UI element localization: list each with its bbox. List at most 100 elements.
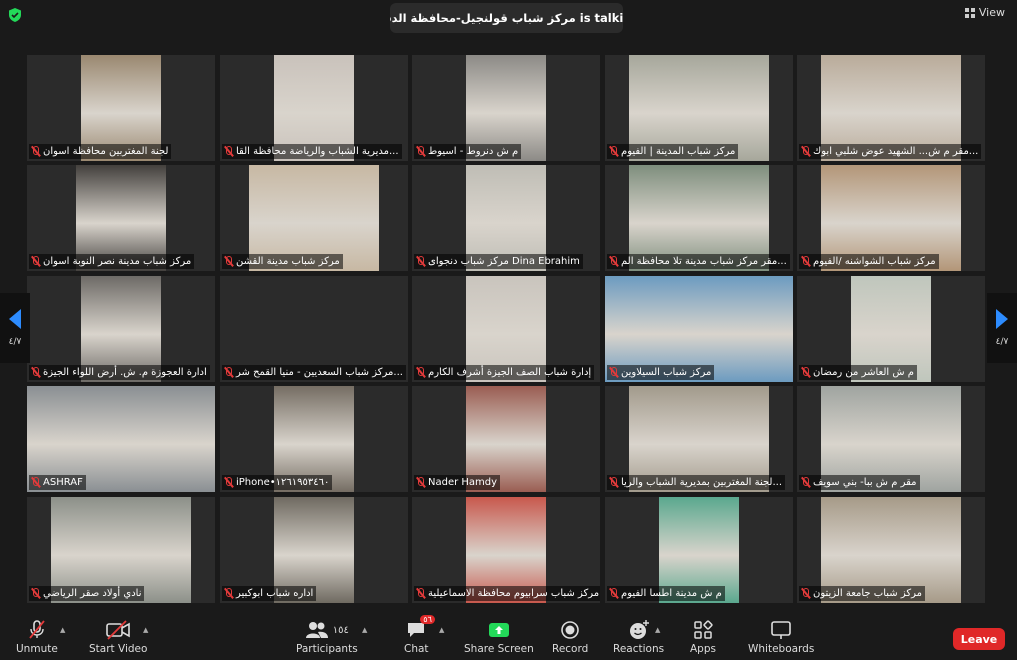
- smiley-plus-icon: [628, 620, 650, 640]
- audio-options-chevron-icon[interactable]: ▲: [60, 626, 65, 634]
- participant-tile[interactable]: ادارة العجوزة م. ش. أرض اللواء الجيزة: [27, 276, 215, 382]
- participant-name: م ش مدينة اطسا الفيوم: [621, 588, 722, 599]
- page-indicator: ٤/٧: [8, 337, 22, 347]
- microphone-muted-icon: [31, 477, 40, 488]
- microphone-muted-icon: [26, 620, 48, 640]
- start-video-label: Start Video: [89, 643, 148, 655]
- previous-page-button[interactable]: ٤/٧: [0, 293, 30, 363]
- participant-name-tag: م ش مدينة اطسا الفيوم: [607, 586, 725, 601]
- participant-name-tag: م ش دنروط - اسيوط: [414, 144, 522, 159]
- participant-name: لجنة المغتربين بمديرية الشباب والريا...: [621, 477, 783, 488]
- participant-name: مركز شباب السيلاوين: [621, 367, 712, 378]
- participant-tile[interactable]: مركز شباب دنجواى Dina Ebrahim: [412, 165, 600, 271]
- participant-name: مركز شباب السعديين - منيا القمح شر...: [236, 367, 403, 378]
- participant-name-tag: مقر مركز شباب مدينة تلا محافظة الم...: [607, 254, 790, 269]
- chat-button[interactable]: ٥٦ Chat: [404, 615, 435, 655]
- participant-name-tag: مركز شباب جامعة الزيتون: [799, 586, 925, 601]
- share-screen-button[interactable]: Share Screen: [464, 620, 534, 655]
- participant-tile[interactable]: مركز شباب المدينة | الفيوم: [605, 55, 793, 161]
- participant-tile[interactable]: إدارة شباب الصف الجيزة أشرف الكارم: [412, 276, 600, 382]
- participant-tile[interactable]: ASHRAF: [27, 386, 215, 492]
- microphone-muted-icon: [224, 477, 233, 488]
- participant-name: مركز شباب مدينة القشن: [236, 256, 340, 267]
- participant-name-tag: إدارة شباب الصف الجيزة أشرف الكارم: [414, 365, 595, 380]
- reactions-options-chevron-icon[interactable]: ▲: [655, 626, 660, 634]
- participant-name: م ش دنروط - اسيوط: [428, 146, 519, 157]
- record-button[interactable]: Record: [552, 620, 588, 655]
- participant-tile[interactable]: مركز شباب مدينة القشن: [220, 165, 408, 271]
- microphone-muted-icon: [416, 588, 425, 599]
- record-icon: [560, 620, 580, 640]
- microphone-muted-icon: [224, 146, 233, 157]
- next-page-button[interactable]: ٤/٧: [987, 293, 1017, 363]
- participant-name-tag: م ش العاشر من رمضان: [799, 365, 917, 380]
- record-label: Record: [552, 643, 589, 655]
- participant-name: مقر مركز شباب مدينة تلا محافظة الم...: [621, 256, 787, 267]
- whiteboards-button[interactable]: Whiteboards: [748, 620, 814, 655]
- participant-name: Nader Hamdy: [428, 477, 498, 488]
- participant-tile[interactable]: مقر م ش... الشهيد عوض شلبي ابوك...: [797, 55, 985, 161]
- participant-tile[interactable]: مركز شباب السعديين - منيا القمح شر...: [220, 276, 408, 382]
- participants-options-chevron-icon[interactable]: ▲: [362, 626, 367, 634]
- participant-name-tag: مركز شباب السعديين - منيا القمح شر...: [222, 365, 406, 380]
- view-button[interactable]: View: [964, 6, 1005, 19]
- microphone-muted-icon: [801, 367, 810, 378]
- participants-icon: [305, 622, 328, 638]
- leave-button[interactable]: Leave: [953, 628, 1005, 650]
- participant-tile[interactable]: مركز شباب مدينة نصر النوبة اسوان: [27, 165, 215, 271]
- whiteboards-label: Whiteboards: [748, 643, 815, 655]
- participant-name-tag: مركز شباب السيلاوين: [607, 365, 715, 380]
- participant-name: مركز شباب جامعة الزيتون: [813, 588, 922, 599]
- participant-tile[interactable]: Nader Hamdy: [412, 386, 600, 492]
- participant-tile[interactable]: نادي أولاد صقر الرياضي: [27, 497, 215, 603]
- participant-tile[interactable]: اداره شباب ابوكبير: [220, 497, 408, 603]
- microphone-muted-icon: [801, 588, 810, 599]
- shield-icon: [9, 8, 21, 22]
- reactions-label: Reactions: [613, 643, 665, 655]
- participant-tile[interactable]: م ش العاشر من رمضان: [797, 276, 985, 382]
- participant-tile[interactable]: مركز شباب جامعة الزيتون: [797, 497, 985, 603]
- participant-tile[interactable]: مديرية الشباب والرياضة محافظة القا...: [220, 55, 408, 161]
- video-options-chevron-icon[interactable]: ▲: [143, 626, 148, 634]
- participant-name: نادي أولاد صقر الرياضي: [43, 588, 142, 599]
- start-video-button[interactable]: Start Video: [89, 620, 147, 655]
- apps-button[interactable]: Apps: [690, 620, 716, 655]
- participant-tile[interactable]: مركز شباب الشواشنه /الفيوم: [797, 165, 985, 271]
- participant-tile[interactable]: iPhone•١٢٦١٩٥٣٤٦٠: [220, 386, 408, 492]
- meeting-toolbar: Unmute ▲ Start Video ▲ ١٥٤ Participants …: [0, 612, 1017, 660]
- microphone-muted-icon: [224, 588, 233, 599]
- top-bar: مركز شباب قولنجيل-محافظة الدقهلية is tal…: [0, 0, 1017, 40]
- participant-name: مركز شباب مدينة نصر النوبة اسوان: [43, 256, 192, 267]
- participant-name-tag: اداره شباب ابوكبير: [222, 586, 317, 601]
- participant-name-tag: نادي أولاد صقر الرياضي: [29, 586, 145, 601]
- participant-tile[interactable]: م ش مدينة اطسا الفيوم: [605, 497, 793, 603]
- unmute-button[interactable]: Unmute: [16, 620, 58, 655]
- microphone-muted-icon: [224, 256, 233, 267]
- microphone-muted-icon: [801, 477, 810, 488]
- participant-tile[interactable]: لجنة المغتربين محافظة اسوان: [27, 55, 215, 161]
- microphone-muted-icon: [224, 367, 233, 378]
- participant-name: م ش العاشر من رمضان: [813, 367, 914, 378]
- participant-tile[interactable]: مركز شباب السيلاوين: [605, 276, 793, 382]
- microphone-muted-icon: [609, 588, 618, 599]
- unmute-label: Unmute: [16, 643, 58, 655]
- microphone-muted-icon: [609, 477, 618, 488]
- participants-button[interactable]: ١٥٤ Participants: [296, 620, 358, 655]
- participant-tile[interactable]: مقر م ش ببا- بني سويف: [797, 386, 985, 492]
- chat-options-chevron-icon[interactable]: ▲: [439, 626, 444, 634]
- microphone-muted-icon: [416, 146, 425, 157]
- microphone-muted-icon: [609, 256, 618, 267]
- microphone-muted-icon: [801, 146, 810, 157]
- arrow-right-icon: [996, 309, 1008, 329]
- participant-tile[interactable]: لجنة المغتربين بمديرية الشباب والريا...: [605, 386, 793, 492]
- participant-tile[interactable]: مقر مركز شباب مدينة تلا محافظة الم...: [605, 165, 793, 271]
- apps-icon: [693, 620, 713, 640]
- participant-name: ASHRAF: [43, 477, 83, 488]
- microphone-muted-icon: [31, 588, 40, 599]
- chat-label: Chat: [404, 643, 429, 655]
- microphone-muted-icon: [416, 477, 425, 488]
- participant-name: إدارة شباب الصف الجيزة أشرف الكارم: [428, 367, 592, 378]
- participant-tile[interactable]: مركز شباب سرابيوم محافظة الاسماعيلية: [412, 497, 600, 603]
- grid-view-icon: [964, 7, 975, 18]
- participant-tile[interactable]: م ش دنروط - اسيوط: [412, 55, 600, 161]
